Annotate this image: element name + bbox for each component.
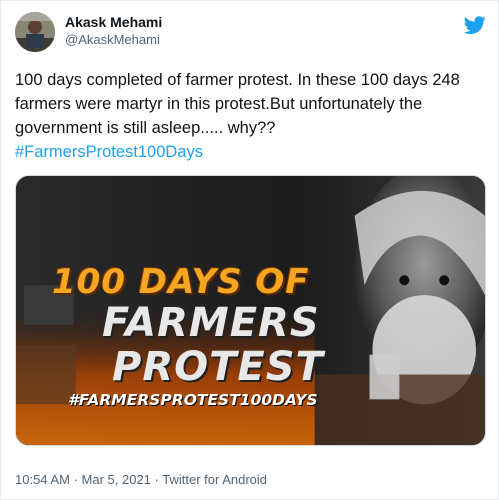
meta-separator: · (73, 472, 78, 487)
tweet-source[interactable]: Twitter for Android (162, 472, 267, 487)
hashtag-link[interactable]: #FarmersProtest100Days (15, 143, 203, 161)
tweet-text: 100 days completed of farmer protest. In… (15, 68, 485, 164)
media-artwork (16, 176, 485, 445)
tweet-media-image[interactable]: 100 DAYS OF FARMERS PROTEST #FARMERSPROT… (15, 175, 486, 446)
tweet-date[interactable]: Mar 5, 2021 (82, 472, 151, 487)
tweet-time[interactable]: 10:54 AM (15, 472, 70, 487)
tweet-card: Akask Mehami @AkaskMehami 100 days compl… (0, 0, 499, 500)
tweet-body: 100 days completed of farmer protest. In… (15, 71, 460, 137)
author-display-name[interactable]: Akask Mehami (65, 14, 162, 30)
avatar[interactable] (15, 12, 55, 52)
tweet-meta: 10:54 AM · Mar 5, 2021 · Twitter for And… (15, 472, 267, 487)
twitter-bird-icon[interactable] (463, 14, 486, 36)
meta-separator: · (154, 472, 159, 487)
author-handle[interactable]: @AkaskMehami (65, 32, 160, 47)
